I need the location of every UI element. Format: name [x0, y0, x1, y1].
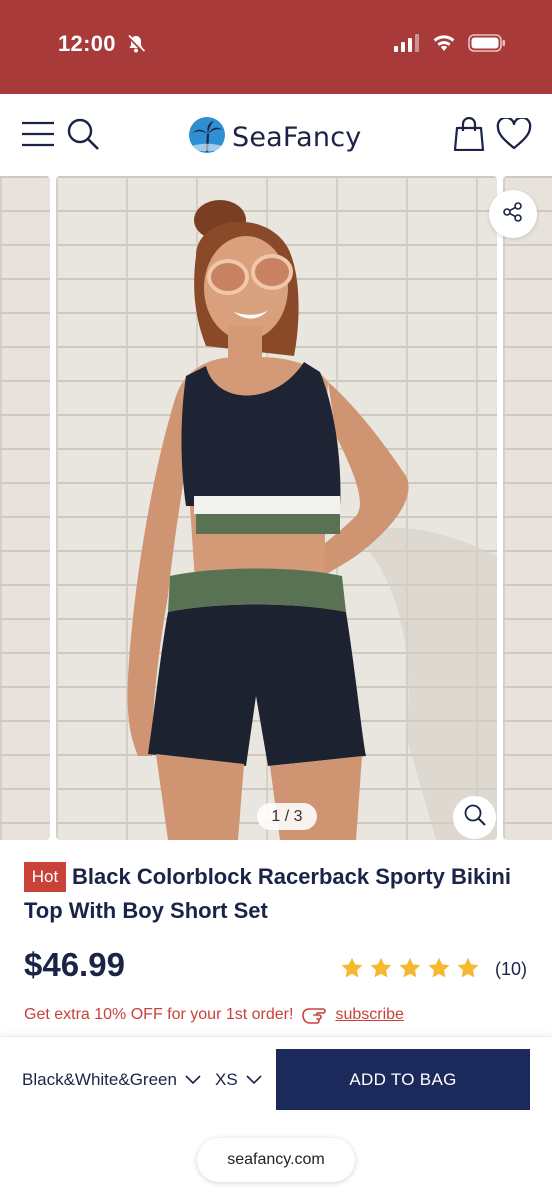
review-count[interactable]: (10) [495, 959, 527, 980]
rating-stars[interactable] [340, 956, 480, 980]
signal-icon [394, 34, 420, 57]
star-icon [341, 957, 363, 978]
pointing-hand-icon [301, 1003, 331, 1027]
palm-logo-icon [188, 116, 226, 159]
promo-banner: Get extra 10% OFF for your 1st order! su… [24, 1003, 404, 1027]
shopping-bag-icon[interactable] [449, 114, 489, 154]
star-icon [370, 957, 392, 978]
chevron-down-icon [246, 1070, 262, 1090]
chevron-down-icon [185, 1070, 201, 1090]
subscribe-link[interactable]: subscribe [335, 1006, 403, 1024]
heart-icon[interactable] [494, 114, 534, 154]
status-time: 12:00 [58, 31, 116, 56]
product-gallery[interactable] [0, 176, 552, 840]
zoom-icon [463, 803, 487, 832]
star-icon [428, 957, 450, 978]
star-icon [399, 957, 421, 978]
promo-text: Get extra 10% OFF for your 1st order! [24, 1006, 294, 1023]
add-to-bag-button[interactable]: ADD TO BAG [276, 1049, 530, 1110]
brand-name: SeaFancy [232, 122, 362, 153]
previous-image-peek[interactable] [0, 176, 50, 840]
product-photo[interactable] [56, 176, 497, 840]
star-icon [457, 957, 479, 978]
bottom-action-bar: Black&White&Green XS ADD TO BAG seafancy… [0, 1036, 552, 1200]
zoom-button[interactable] [453, 796, 496, 839]
brand-logo[interactable]: SeaFancy [188, 116, 361, 159]
size-value: XS [215, 1070, 238, 1089]
share-icon [502, 201, 524, 228]
image-counter: 1 / 3 [257, 803, 317, 830]
menu-icon[interactable] [18, 114, 58, 154]
product-price: $46.99 [24, 946, 125, 983]
search-icon[interactable] [63, 114, 103, 154]
product-title: Black Colorblock Racerback Sporty Bikini… [24, 864, 511, 923]
model-illustration [127, 200, 497, 840]
color-value: Black&White&Green [22, 1070, 177, 1089]
browser-url-pill[interactable]: seafancy.com [197, 1138, 355, 1182]
status-bar: 12:00 [0, 0, 552, 94]
battery-icon [468, 34, 506, 57]
bell-slash-icon [126, 34, 146, 54]
wifi-icon [432, 34, 456, 57]
color-selector[interactable]: Black&White&Green [22, 1070, 201, 1090]
site-header: SeaFancy [0, 94, 552, 176]
size-selector[interactable]: XS [215, 1070, 262, 1090]
next-image-peek[interactable] [503, 176, 552, 840]
share-button[interactable] [489, 190, 537, 238]
